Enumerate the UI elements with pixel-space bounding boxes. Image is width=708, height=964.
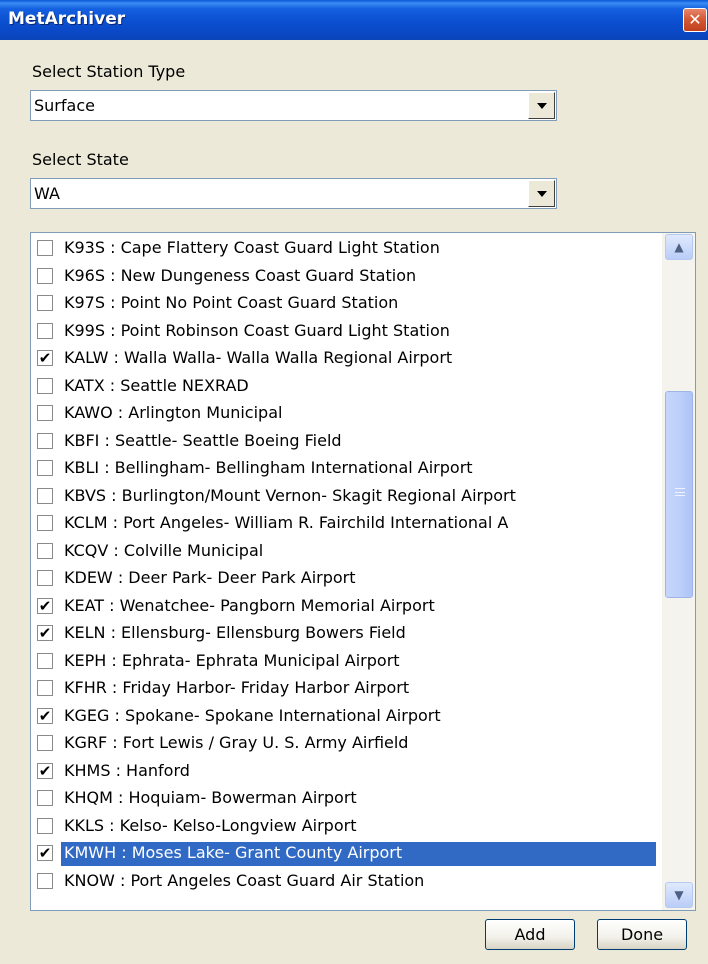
station-label: KBFI : Seattle- Seattle Boeing Field [64, 430, 342, 450]
scroll-up-button[interactable]: ▲ [665, 234, 693, 260]
station-type-label: Select Station Type [32, 62, 186, 81]
state-dropdown-button[interactable] [528, 180, 555, 207]
vertical-scrollbar[interactable]: ▲ ▼ [662, 233, 695, 910]
station-label: KALW : Walla Walla- Walla Walla Regional… [64, 348, 453, 367]
station-checkbox[interactable] [37, 487, 53, 504]
station-checkbox[interactable] [37, 405, 53, 421]
station-label: KGEG : Spokane- Spokane International Ai… [64, 705, 441, 725]
station-row[interactable]: ✔ KMWH : Moses Lake- Grant County Airport [31, 840, 661, 868]
station-checkbox[interactable] [37, 322, 53, 339]
station-type-value: Surface [34, 96, 95, 115]
station-row[interactable]: KBFI : Seattle- Seattle Boeing Field [31, 428, 661, 456]
station-label: K99S : Point Robinson Coast Guard Light … [64, 320, 450, 340]
station-row[interactable]: KEPH : Ephrata- Ephrata Municipal Airpor… [31, 648, 661, 676]
station-row[interactable]: KATX : Seattle NEXRAD [31, 373, 661, 401]
station-row[interactable]: K96S : New Dungeness Coast Guard Station [31, 263, 661, 291]
station-checkbox[interactable] [37, 790, 53, 806]
station-row[interactable]: KCLM : Port Angeles- William R. Fairchil… [31, 510, 661, 538]
station-row[interactable]: ✔ KALW : Walla Walla- Walla Walla Regiona… [31, 345, 661, 373]
station-checkbox[interactable] [37, 377, 53, 394]
station-checkbox[interactable] [37, 872, 53, 889]
station-row[interactable]: KBVS : Burlington/Mount Vernon- Skagit R… [31, 483, 661, 511]
station-label: KATX : Seattle NEXRAD [64, 375, 249, 395]
station-label: KNOW : Port Angeles Coast Guard Air Stat… [64, 870, 425, 890]
station-row[interactable]: KFHR : Friday Harbor- Friday Harbor Airp… [31, 675, 661, 703]
scrollbar-thumb[interactable] [665, 391, 693, 598]
station-label: KAWO : Arlington Municipal [64, 403, 283, 422]
station-row[interactable]: KAWO : Arlington Municipal [31, 400, 661, 428]
state-label: Select State [32, 150, 129, 169]
station-checkbox[interactable] [37, 542, 53, 559]
station-row[interactable]: KKLS : Kelso- Kelso-Longview Airport [31, 813, 661, 841]
grip-icon [675, 488, 685, 496]
done-button[interactable]: Done [597, 919, 687, 950]
close-icon: ✕ [688, 10, 702, 29]
station-label: KMWH : Moses Lake- Grant County Airport [61, 842, 656, 866]
chevron-down-icon [537, 103, 547, 109]
station-label: KCLM : Port Angeles- William R. Fairchil… [64, 513, 509, 532]
station-checkbox[interactable] [37, 652, 53, 669]
station-label: KEPH : Ephrata- Ephrata Municipal Airpor… [64, 650, 400, 670]
station-row[interactable]: ✔ KGEG : Spokane- Spokane International A… [31, 703, 661, 731]
scroll-down-button[interactable]: ▼ [665, 882, 693, 908]
station-row[interactable]: K93S : Cape Flattery Coast Guard Light S… [31, 235, 661, 263]
station-type-select[interactable]: Surface [30, 90, 557, 121]
station-checkbox[interactable]: ✔ [37, 707, 53, 724]
station-checkbox[interactable]: ✔ [37, 762, 53, 779]
station-checkbox[interactable] [37, 432, 53, 449]
station-label: KDEW : Deer Park- Deer Park Airport [64, 568, 356, 587]
chevron-down-icon [537, 191, 547, 197]
station-row[interactable]: KDEW : Deer Park- Deer Park Airport [31, 565, 661, 593]
station-row[interactable]: KCQV : Colville Municipal [31, 538, 661, 566]
state-value: WA [34, 184, 60, 203]
station-checkbox[interactable] [37, 515, 53, 531]
state-select[interactable]: WA [30, 178, 557, 209]
station-row[interactable]: ✔ KEAT : Wenatchee- Pangborn Memorial Air… [31, 593, 661, 621]
station-checkbox[interactable] [37, 817, 53, 834]
station-label: KFHR : Friday Harbor- Friday Harbor Airp… [64, 678, 410, 697]
station-checkbox[interactable] [37, 735, 53, 751]
station-row[interactable]: K97S : Point No Point Coast Guard Statio… [31, 290, 661, 318]
station-row[interactable]: K99S : Point Robinson Coast Guard Light … [31, 318, 661, 346]
chevron-up-icon: ▲ [674, 240, 684, 254]
station-checkbox[interactable]: ✔ [37, 845, 53, 861]
station-label: KKLS : Kelso- Kelso-Longview Airport [64, 815, 357, 835]
station-checkbox[interactable] [37, 240, 53, 256]
station-label: K96S : New Dungeness Coast Guard Station [64, 265, 417, 285]
station-checkbox[interactable]: ✔ [37, 350, 53, 366]
station-label: K93S : Cape Flattery Coast Guard Light S… [64, 238, 440, 257]
station-row[interactable]: KNOW : Port Angeles Coast Guard Air Stat… [31, 868, 661, 896]
station-checkbox[interactable] [37, 295, 53, 311]
station-row[interactable]: ✔ KELN : Ellensburg- Ellensburg Bowers Fi… [31, 620, 661, 648]
chevron-down-icon: ▼ [674, 888, 684, 902]
station-checkbox[interactable] [37, 680, 53, 696]
station-row[interactable]: KBLI : Bellingham- Bellingham Internatio… [31, 455, 661, 483]
station-label: KGRF : Fort Lewis / Gray U. S. Army Airf… [64, 733, 409, 752]
station-label: KBVS : Burlington/Mount Vernon- Skagit R… [64, 485, 516, 505]
station-type-dropdown-button[interactable] [528, 92, 555, 119]
station-label: KHQM : Hoquiam- Bowerman Airport [64, 788, 357, 807]
station-row[interactable]: KGRF : Fort Lewis / Gray U. S. Army Airf… [31, 730, 661, 758]
station-label: KELN : Ellensburg- Ellensburg Bowers Fie… [64, 623, 406, 642]
station-checkbox[interactable] [37, 460, 53, 476]
metarchiver-window: MetArchiver ✕ Select Station Type Surfac… [0, 0, 708, 964]
station-label: K97S : Point No Point Coast Guard Statio… [64, 293, 399, 312]
add-button[interactable]: Add [485, 919, 575, 950]
station-list: K93S : Cape Flattery Coast Guard Light S… [31, 235, 661, 895]
station-checkbox[interactable] [37, 570, 53, 586]
station-label: KCQV : Colville Municipal [64, 540, 264, 560]
station-label: KHMS : Hanford [64, 760, 190, 780]
station-row[interactable]: KHQM : Hoquiam- Bowerman Airport [31, 785, 661, 813]
close-button[interactable]: ✕ [683, 8, 707, 32]
station-checkbox[interactable] [37, 267, 53, 284]
station-checkbox[interactable]: ✔ [37, 625, 53, 641]
station-row[interactable]: ✔ KHMS : Hanford [31, 758, 661, 786]
station-label: KEAT : Wenatchee- Pangborn Memorial Airp… [64, 595, 435, 615]
window-title: MetArchiver [8, 9, 126, 29]
station-label: KBLI : Bellingham- Bellingham Internatio… [64, 458, 473, 477]
title-bar[interactable]: MetArchiver ✕ [0, 0, 708, 40]
station-checklist[interactable]: K93S : Cape Flattery Coast Guard Light S… [30, 232, 696, 911]
station-checkbox[interactable]: ✔ [37, 597, 53, 614]
